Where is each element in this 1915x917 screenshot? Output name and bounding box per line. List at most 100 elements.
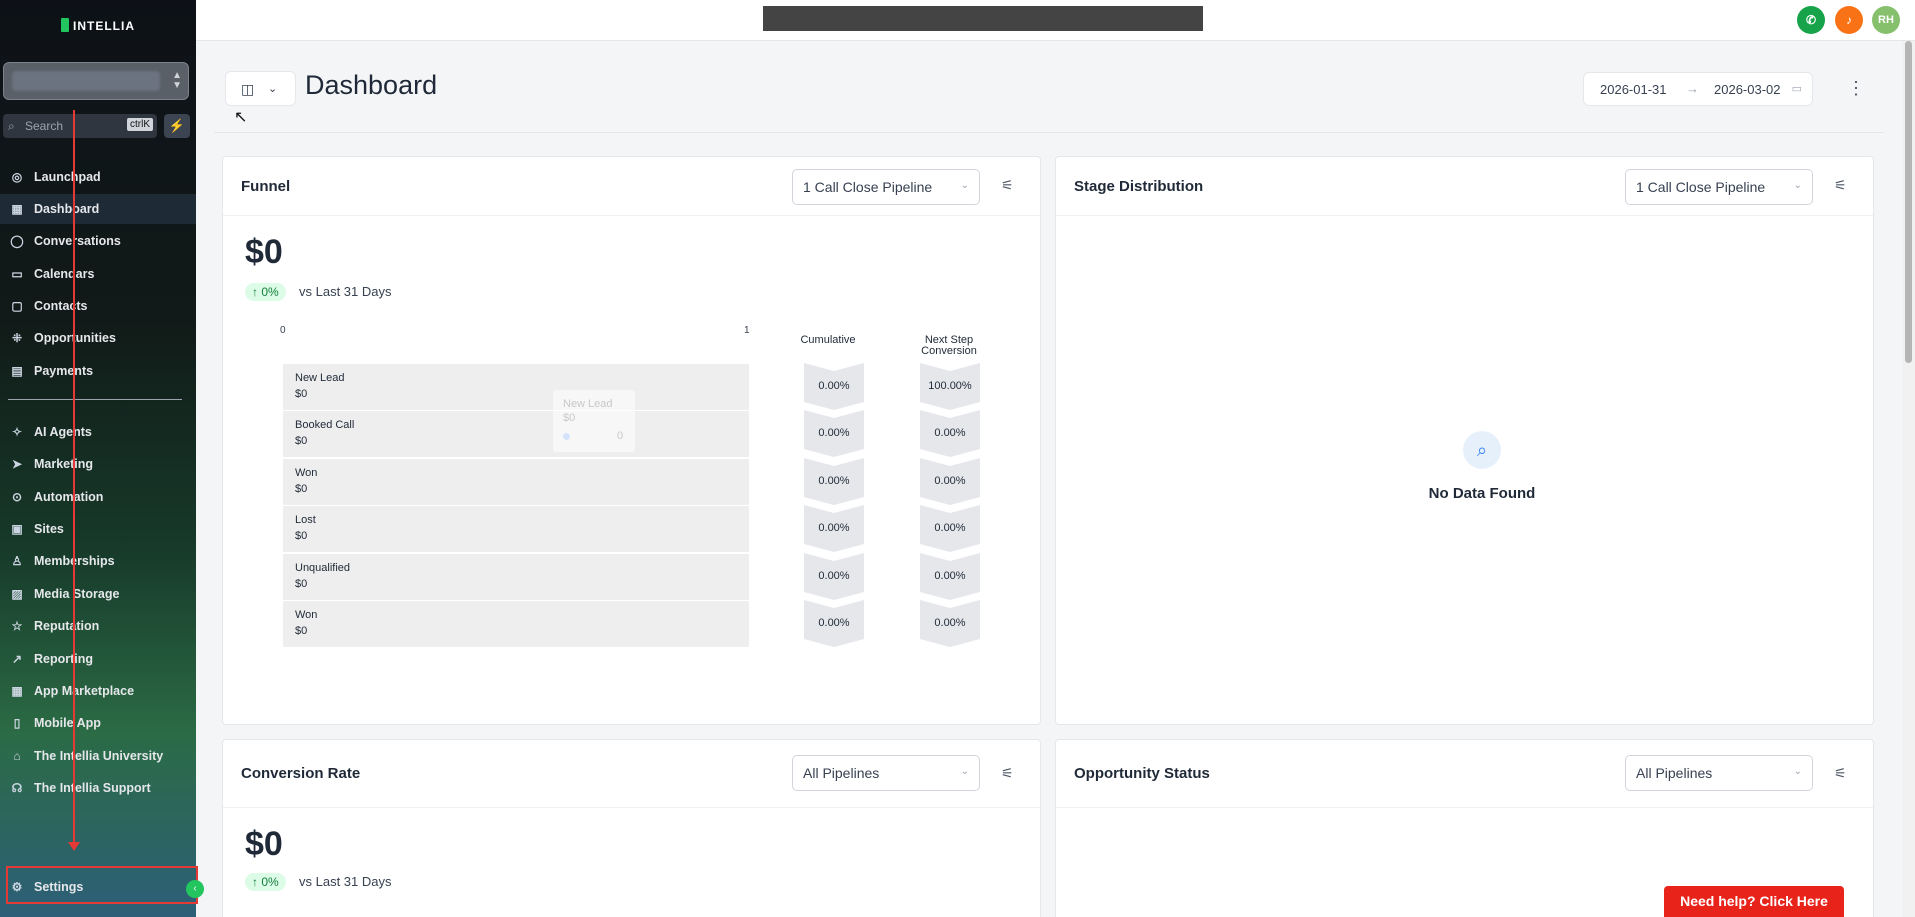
phone-icon: ✆ (1805, 13, 1817, 27)
series-dot (563, 433, 570, 440)
collapse-sidebar-button[interactable]: ‹ (186, 880, 204, 898)
notifications-button[interactable]: ♪ (1835, 6, 1863, 34)
chevron-down-icon: ⌄ (1793, 180, 1802, 191)
calendar-icon: ▭ (1791, 82, 1802, 95)
sites-icon: ▣ (11, 522, 23, 536)
marketing-icon: ➤ (11, 457, 23, 471)
sidebar-item-automation[interactable]: ⊙ Automation (0, 482, 196, 512)
sidebar-item-opportunities[interactable]: ⁜Opportunities (0, 323, 196, 353)
annotation-arrow-head (68, 842, 80, 851)
phone-button[interactable]: ✆ (1797, 6, 1825, 34)
pipeline-select[interactable]: 1 Call Close Pipeline ⌄ (792, 169, 980, 205)
help-button[interactable]: Need help? Click Here (1664, 886, 1844, 917)
mouse-cursor-icon: ↖ (234, 109, 248, 126)
chevron-down-icon: ⌄ (1793, 766, 1802, 777)
scrollbar-thumb[interactable] (1905, 41, 1912, 363)
account-name-redacted (12, 71, 160, 91)
sidebar-item-reporting[interactable]: ↗ Reporting (0, 644, 196, 674)
cumulative-cell: 0.00% (804, 600, 864, 647)
calendar-icon: ▭ (11, 267, 23, 281)
contacts-icon: ▢ (11, 299, 23, 313)
sidebar: INTELLIA ▲ ▼ ⌕ Search ctrlK ⚡ ◎ Launchpad … (0, 0, 204, 917)
annotation-arrow-line (73, 110, 75, 846)
cumulative-cell: 0.00% (804, 458, 864, 505)
filter-settings-icon[interactable]: ⚟ (1834, 177, 1847, 194)
app-logo[interactable]: INTELLIA (0, 18, 196, 33)
next-step-cell: 0.00% (920, 600, 980, 647)
funnel-stage[interactable]: Unqualified $0 (283, 554, 749, 600)
filter-settings-icon[interactable]: ⚟ (1834, 765, 1847, 782)
funnel-stage[interactable]: New Lead $0 (283, 364, 749, 410)
account-switcher[interactable]: ▲ ▼ (3, 62, 189, 100)
sidebar-item-payments[interactable]: ▤ Payments (0, 356, 196, 386)
next-step-cell: 0.00% (920, 458, 980, 505)
pipeline-select[interactable]: All Pipelines ⌄ (792, 755, 980, 791)
date-end[interactable]: 2026-03-02 (1714, 82, 1781, 97)
funnel-card: Funnel 1 Call Close Pipeline ⌄ ⚟ $0 ↑ 0% … (222, 156, 1041, 725)
search-icon: ⌕ (8, 119, 15, 133)
quick-action-button[interactable]: ⚡ (164, 114, 190, 138)
card-title: Stage Distribution (1074, 178, 1204, 195)
sidebar-item-launchpad[interactable]: ◎ Launchpad (0, 162, 196, 192)
funnel-stage[interactable]: Won $0 (283, 601, 749, 647)
card-header: Funnel 1 Call Close Pipeline ⌄ ⚟ (223, 157, 1040, 216)
annotation-highlight-box (6, 866, 198, 904)
filter-settings-icon[interactable]: ⚟ (1001, 177, 1014, 194)
sidebar-item-calendars[interactable]: ▭ Calendars (0, 259, 196, 289)
axis-tick-max: 1 (744, 325, 750, 336)
memberships-icon: ♙ (11, 554, 23, 568)
cumulative-cell: 0.00% (804, 553, 864, 600)
sidebar-item-reputation[interactable]: ☆ Reputation (0, 611, 196, 641)
chevron-down-icon: ⌄ (268, 83, 278, 95)
sidebar-divider (8, 399, 182, 400)
stage-distribution-card: Stage Distribution 1 Call Close Pipeline… (1055, 156, 1874, 725)
conversion-rate-card: Conversion Rate All Pipelines ⌄ ⚟ $0 ↑ 0%… (222, 739, 1041, 917)
date-start[interactable]: 2026-01-31 (1600, 82, 1667, 97)
top-bar: ✆ ♪ RH (196, 0, 1915, 41)
mobile-icon: ▯ (13, 716, 21, 730)
card-header: Stage Distribution 1 Call Close Pipeline… (1056, 157, 1873, 216)
sidebar-item-ai-agents[interactable]: ✧ AI Agents (0, 417, 196, 447)
more-options-icon[interactable]: ⋮ (1847, 78, 1865, 98)
pipeline-select[interactable]: All Pipelines ⌄ (1625, 755, 1813, 791)
layout-toggle-button[interactable]: ◫ ⌄ (225, 71, 296, 106)
support-icon: ☊ (11, 781, 23, 795)
change-badge: ↑ 0% (245, 873, 286, 891)
funnel-stage[interactable]: Booked Call $0 (283, 411, 749, 457)
sidebar-item-memberships[interactable]: ♙Memberships (0, 546, 196, 576)
pipeline-select[interactable]: 1 Call Close Pipeline ⌄ (1625, 169, 1813, 205)
comparison-text: vs Last 31 Days (299, 874, 392, 889)
funnel-stage[interactable]: Won $0 (283, 459, 749, 505)
avatar[interactable]: RH (1872, 6, 1900, 34)
sidebar-item-conversations[interactable]: ◯ Conversations (0, 226, 196, 256)
sidebar-item-dashboard[interactable]: ▦ Dashboard (0, 194, 196, 224)
comparison-text: vs Last 31 Days (299, 284, 392, 299)
date-range-picker[interactable]: 2026-01-31 → 2026-03-02 ▭ (1583, 72, 1813, 106)
funnel-stage[interactable]: Lost $0 (283, 506, 749, 552)
sidebar-item-app-marketplace[interactable]: ▦ App Marketplace (0, 676, 196, 706)
change-badge: ↑ 0% (245, 283, 286, 301)
sidebar-item-sites[interactable]: ▣ Sites (0, 514, 196, 544)
next-step-cell: 0.00% (920, 505, 980, 552)
empty-state-text: No Data Found (1428, 485, 1536, 502)
payments-icon: ▤ (11, 364, 23, 378)
lightning-icon: ⚡ (168, 118, 186, 133)
university-icon: ⌂ (13, 749, 21, 763)
chevron-left-icon: ‹ (193, 883, 197, 894)
reporting-icon: ↗ (11, 652, 23, 666)
sidebar-item-contacts[interactable]: ▢ Contacts (0, 291, 196, 321)
sidebar-item-mobile-app[interactable]: ▯ Mobile App (0, 708, 196, 738)
search-shortcut-badge: ctrlK (127, 118, 153, 131)
next-step-cell: 0.00% (920, 410, 980, 457)
sidebar-item-support[interactable]: ☊ The Intellia Support (0, 773, 196, 803)
next-step-cell: 100.00% (920, 363, 980, 410)
search-input[interactable]: ⌕ Search ctrlK (3, 114, 157, 138)
header-divider (214, 132, 1884, 133)
sidebar-item-university[interactable]: ⌂ The Intellia University (0, 741, 196, 771)
sidebar-item-media-storage[interactable]: ▨ Media Storage (0, 579, 196, 609)
page-scrollbar[interactable] (1902, 41, 1915, 917)
filter-settings-icon[interactable]: ⚟ (1001, 765, 1014, 782)
media-icon: ▨ (11, 587, 23, 601)
search-icon: ⌕ (1463, 431, 1501, 469)
sidebar-item-marketing[interactable]: ➤ Marketing (0, 449, 196, 479)
